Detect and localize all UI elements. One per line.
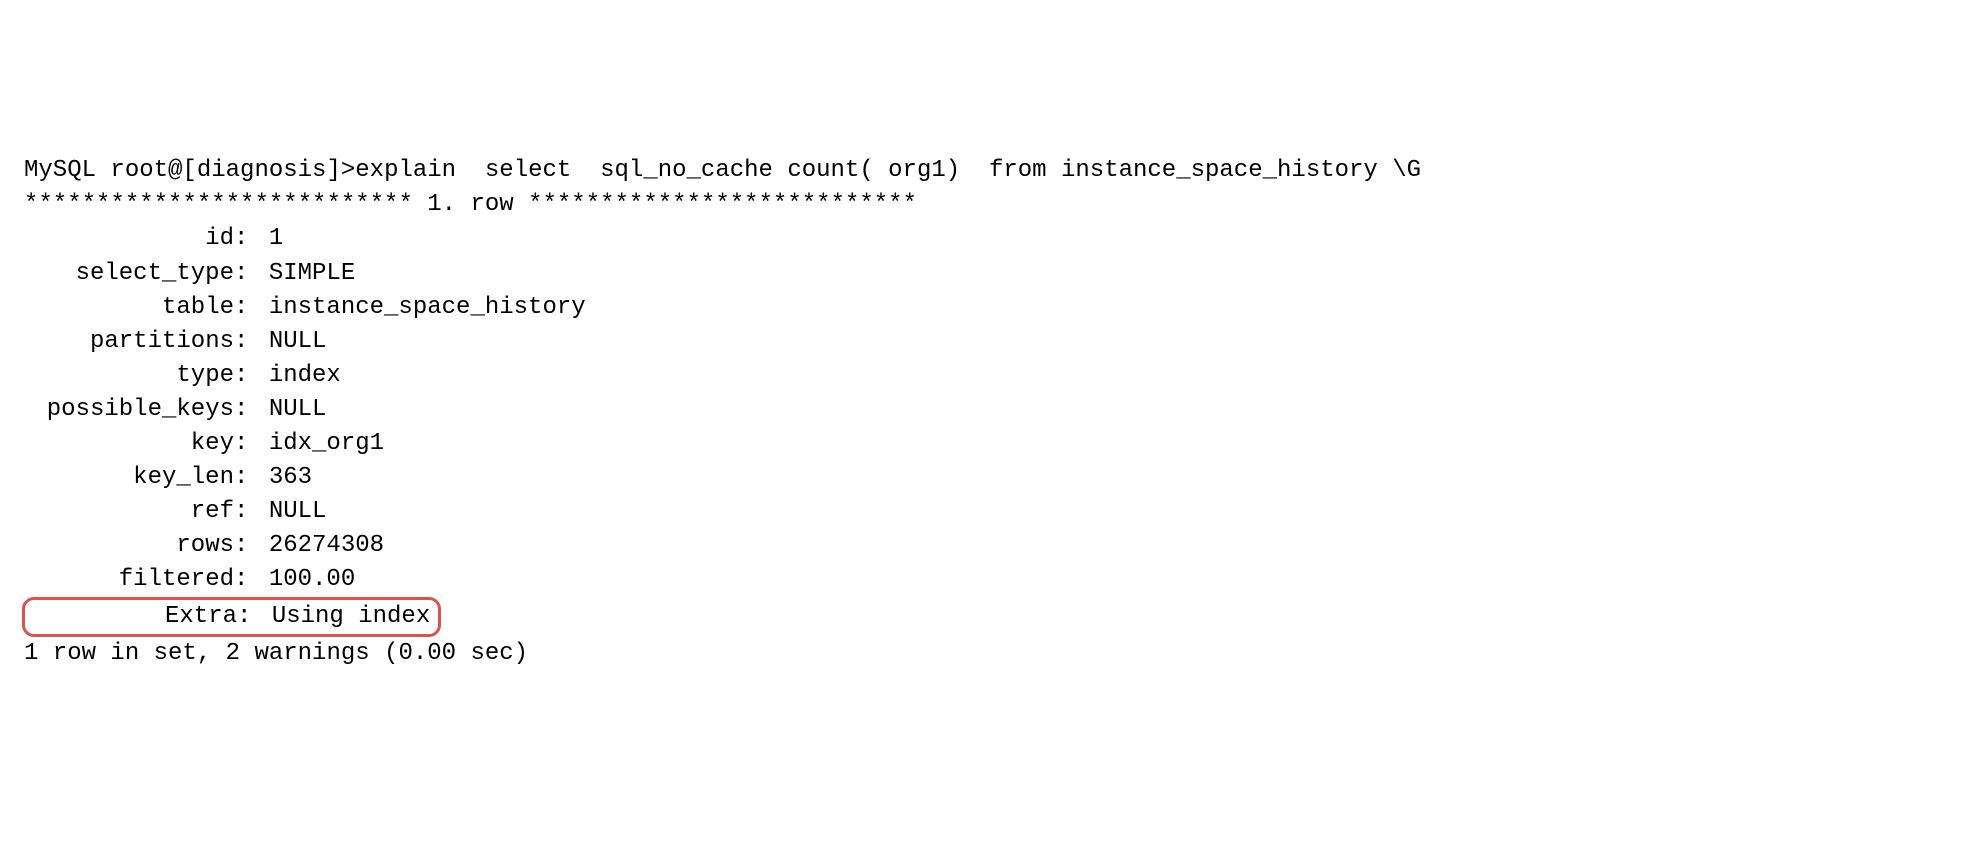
field-value: NULL xyxy=(269,393,327,427)
field-label: id xyxy=(24,222,234,256)
field-sep: : xyxy=(234,325,269,359)
field-sep: : xyxy=(234,495,269,529)
field-sep: : xyxy=(234,427,269,461)
row-separator: *************************** 1. row *****… xyxy=(24,188,1958,222)
row-separator-left: *************************** xyxy=(24,191,413,218)
field-sep: : xyxy=(234,359,269,393)
field-value: 26274308 xyxy=(269,529,384,563)
field-label: key xyxy=(24,427,234,461)
field-sep: : xyxy=(234,291,269,325)
field-sep: : xyxy=(234,563,269,597)
field-value: NULL xyxy=(269,325,327,359)
prompt-line[interactable]: MySQL root@[diagnosis]>explain select sq… xyxy=(24,154,1958,188)
field-label: key_len xyxy=(24,461,234,495)
field-label: ref xyxy=(24,495,234,529)
field-value: Using index xyxy=(272,600,430,634)
field-sep: : xyxy=(234,257,269,291)
field-ref: ref: NULL xyxy=(24,495,1958,529)
field-value: 1 xyxy=(269,222,283,256)
field-type: type: index xyxy=(24,359,1958,393)
field-label: select_type xyxy=(24,257,234,291)
row-separator-label: 1. row xyxy=(413,191,528,218)
result-footer: 1 row in set, 2 warnings (0.00 sec) xyxy=(24,637,1958,671)
field-label: rows xyxy=(24,529,234,563)
field-label: partitions xyxy=(24,325,234,359)
field-label: table xyxy=(24,291,234,325)
field-sep: : xyxy=(234,461,269,495)
field-sep: : xyxy=(234,222,269,256)
field-value: SIMPLE xyxy=(269,257,355,291)
field-value: instance_space_history xyxy=(269,291,586,325)
field-label: Extra xyxy=(25,600,237,634)
field-key-len: key_len: 363 xyxy=(24,461,1958,495)
field-value: 100.00 xyxy=(269,563,355,597)
field-value: 363 xyxy=(269,461,312,495)
row-separator-right: *************************** xyxy=(528,191,917,218)
field-key: key: idx_org1 xyxy=(24,427,1958,461)
field-value: index xyxy=(269,359,341,393)
field-rows: rows: 26274308 xyxy=(24,529,1958,563)
field-sep: : xyxy=(234,393,269,427)
field-extra-highlighted: Extra: Using index xyxy=(22,597,441,637)
field-possible-keys: possible_keys: NULL xyxy=(24,393,1958,427)
prompt-prefix: MySQL root@[diagnosis]> xyxy=(24,157,355,184)
field-value: NULL xyxy=(269,495,327,529)
field-table: table: instance_space_history xyxy=(24,291,1958,325)
field-id: id: 1 xyxy=(24,222,1958,256)
field-sep: : xyxy=(234,529,269,563)
field-label: type xyxy=(24,359,234,393)
field-sep: : xyxy=(237,600,272,634)
field-partitions: partitions: NULL xyxy=(24,325,1958,359)
field-label: possible_keys xyxy=(24,393,234,427)
field-select-type: select_type: SIMPLE xyxy=(24,257,1958,291)
prompt-command: explain select sql_no_cache count( org1)… xyxy=(355,157,1421,184)
field-filtered: filtered: 100.00 xyxy=(24,563,1958,597)
field-value: idx_org1 xyxy=(269,427,384,461)
field-label: filtered xyxy=(24,563,234,597)
